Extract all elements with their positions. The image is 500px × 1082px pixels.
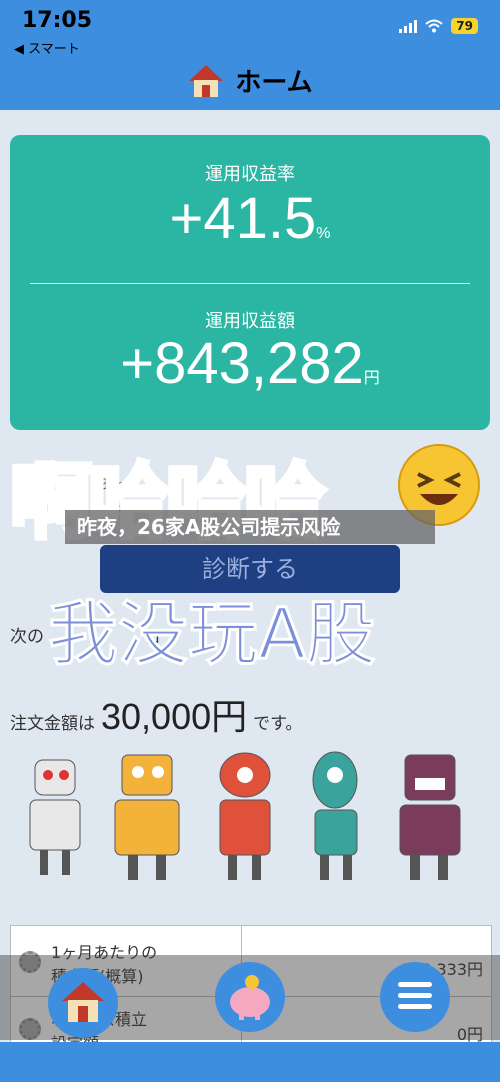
amount-value: +843,282円 [10, 330, 490, 397]
rate-label: 運用収益率 [205, 164, 295, 185]
back-to-app-link[interactable]: ◀ スマート [14, 38, 80, 57]
news-caption-bar: 昨夜，26家A股公司提示风险 [65, 510, 435, 544]
card-divider [30, 283, 470, 284]
order-prefix: 注文金額は [10, 714, 95, 734]
summary-card: 運用収益率 +41.5% 運用収益額 +843,282円 [10, 135, 490, 430]
nav-home-button[interactable] [48, 968, 118, 1038]
status-time: 17:05 [22, 8, 93, 33]
robot-icon [219, 752, 271, 880]
status-icons: 79 [399, 18, 478, 34]
signal-icon [399, 19, 418, 33]
rate-unit: % [316, 225, 331, 242]
wifi-icon [425, 19, 443, 33]
order-amount: 30,000円 [101, 696, 248, 737]
nav-savings-button[interactable] [215, 962, 285, 1032]
house-icon [62, 982, 104, 1022]
order-amount-line: 注文金額は 30,000円 です。 [10, 688, 302, 740]
robots-illustration [29, 751, 461, 880]
robot-icon [312, 751, 358, 880]
robot-icon [399, 754, 461, 880]
page-title: ホーム [235, 68, 313, 98]
amount-unit: 円 [363, 370, 380, 387]
house-icon [189, 64, 224, 97]
overlay-no-a-shares-text: 我没玩A股 [47, 592, 378, 677]
nav-menu-button[interactable] [380, 962, 450, 1032]
rate-number: +41.5 [169, 186, 317, 251]
order-suffix: です。 [253, 714, 303, 734]
header-title-wrap: ホーム [0, 62, 500, 99]
robot-icon [114, 754, 180, 880]
battery-badge: 79 [451, 18, 478, 34]
next-order-prefix: 次の [10, 627, 44, 647]
amount-number: +843,282 [120, 331, 364, 396]
rate-value: +41.5% [10, 185, 490, 252]
bottom-strip [0, 1042, 500, 1082]
piggy-bank-icon [230, 975, 270, 1020]
hamburger-icon [380, 962, 450, 1009]
robot-icon [29, 759, 81, 875]
